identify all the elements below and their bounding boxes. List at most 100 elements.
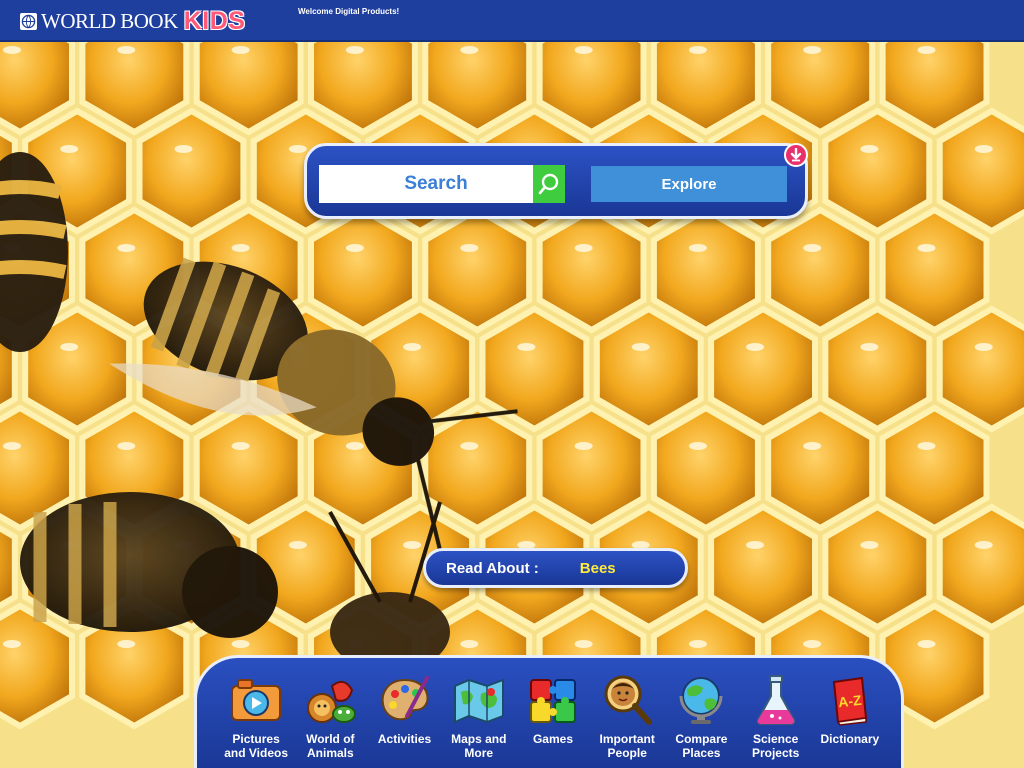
honey-highlight <box>574 46 593 54</box>
tools-bar: Pictures and Videos World of Animals Act <box>194 655 904 768</box>
honey-highlight <box>574 442 593 450</box>
honeycomb-cell <box>879 404 990 532</box>
honeycomb-cell <box>879 206 990 334</box>
arrow-down-icon[interactable] <box>784 143 808 167</box>
tool-compare-places[interactable]: Compare Places <box>664 670 738 768</box>
honey-highlight <box>803 46 822 54</box>
honeycomb-cell <box>422 404 533 532</box>
honey-highlight <box>117 46 136 54</box>
tool-label: Maps and More <box>451 732 507 760</box>
search-panel: Explore <box>304 143 808 219</box>
flask-icon <box>746 670 806 730</box>
world-book-globe-icon <box>20 12 37 30</box>
honey-highlight <box>974 145 993 153</box>
tool-label: Activities <box>377 732 432 746</box>
tool-important-people[interactable]: Important People <box>590 670 664 768</box>
honey-highlight <box>688 640 707 648</box>
honey-highlight <box>860 343 879 351</box>
honeycomb-cell <box>422 206 533 334</box>
tool-world-of-animals[interactable]: World of Animals <box>293 670 367 768</box>
logo-kids-text: KIDS <box>183 7 246 35</box>
read-about-label: Read About : <box>446 559 539 577</box>
honey-highlight <box>803 442 822 450</box>
honeycomb-cell <box>822 503 933 631</box>
honey-highlight <box>174 145 193 153</box>
world-book-kids-logo[interactable]: WORLD BOOK KIDS <box>20 8 245 34</box>
honey-highlight <box>231 244 250 252</box>
honeycomb-cell <box>536 206 647 334</box>
honey-highlight <box>460 442 479 450</box>
honey-highlight <box>517 343 536 351</box>
honey-highlight <box>460 640 479 648</box>
honeycomb-cell <box>193 404 304 532</box>
honey-highlight <box>860 145 879 153</box>
honey-highlight <box>746 541 764 549</box>
magnifier-icon <box>538 173 559 195</box>
honeycomb-cell <box>136 107 247 235</box>
honey-highlight <box>631 343 650 351</box>
tool-label: Pictures and Videos <box>224 732 288 760</box>
animals-icon <box>300 670 360 730</box>
tool-maps-and-more[interactable]: Maps and More <box>442 670 516 768</box>
honeycomb-cell <box>308 206 418 334</box>
explore-button[interactable]: Explore <box>591 166 787 202</box>
honey-highlight <box>917 244 936 252</box>
honeycomb-cell <box>822 107 933 235</box>
honey-highlight <box>574 640 593 648</box>
honey-highlight <box>917 640 936 648</box>
book-az-icon: A-Z <box>820 670 880 730</box>
honeycomb-cell <box>650 206 761 334</box>
search-go-button[interactable] <box>533 165 565 203</box>
welcome-message: Welcome Digital Products! <box>298 7 400 16</box>
search-input[interactable] <box>319 165 533 203</box>
tool-label: Science Projects <box>751 732 800 760</box>
honey-highlight <box>345 46 364 54</box>
honeycomb-cell <box>765 404 876 532</box>
honey-highlight <box>403 541 422 549</box>
read-about-banner: Read About : Bees <box>423 548 688 588</box>
top-header: WORLD BOOK KIDS Welcome Digital Products… <box>0 0 1024 42</box>
puzzle-icon <box>523 670 583 730</box>
map-icon <box>449 670 509 730</box>
honey-highlight <box>917 46 936 54</box>
honey-highlight <box>403 343 422 351</box>
honey-highlight <box>3 640 21 648</box>
tool-label: Important People <box>599 732 655 760</box>
honey-highlight <box>688 442 707 450</box>
honey-highlight <box>917 442 936 450</box>
honey-highlight <box>60 145 79 153</box>
honey-highlight <box>974 541 993 549</box>
tool-label: Dictionary <box>820 732 880 746</box>
honey-highlight <box>345 442 364 450</box>
honey-highlight <box>117 640 136 648</box>
honey-highlight <box>974 343 993 351</box>
honeycomb-cell <box>479 305 590 433</box>
honeycomb-cell <box>765 206 876 334</box>
honey-highlight <box>803 244 822 252</box>
honey-highlight <box>117 442 136 450</box>
honey-highlight <box>460 46 479 54</box>
honey-highlight <box>231 640 250 648</box>
svg-text:A-Z: A-Z <box>837 692 862 710</box>
honey-highlight <box>60 343 79 351</box>
honey-highlight <box>746 343 764 351</box>
paint-palette-icon <box>375 670 435 730</box>
globe-icon <box>671 670 731 730</box>
logo-world-book-text: WORLD BOOK <box>41 9 178 33</box>
explore-label: Explore <box>661 175 717 193</box>
honey-highlight <box>231 46 250 54</box>
honey-highlight <box>231 442 250 450</box>
tool-activities[interactable]: Activities <box>367 670 441 768</box>
honey-highlight <box>288 541 307 549</box>
read-about-topic-link[interactable]: Bees <box>580 560 616 577</box>
honeycomb-cell <box>708 305 818 433</box>
honeycomb-cell <box>822 305 933 433</box>
honey-highlight <box>288 145 307 153</box>
honey-highlight <box>117 244 136 252</box>
tool-dictionary[interactable]: A-Z Dictionary <box>813 670 887 768</box>
honey-highlight <box>860 541 879 549</box>
tool-science-projects[interactable]: Science Projects <box>739 670 813 768</box>
tool-pictures-and-videos[interactable]: Pictures and Videos <box>219 670 293 768</box>
tool-games[interactable]: Games <box>516 670 590 768</box>
camera-icon <box>226 670 286 730</box>
